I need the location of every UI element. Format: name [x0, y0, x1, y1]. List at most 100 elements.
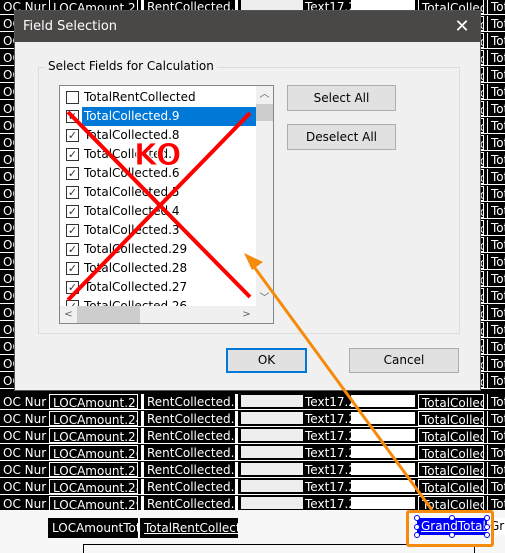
oc-number-field[interactable]: OC Nur: [0, 394, 48, 409]
total-field[interactable]: Tot: [487, 67, 505, 82]
total-field[interactable]: Tot: [487, 84, 505, 99]
checkbox[interactable]: ✓: [66, 281, 79, 294]
total-field[interactable]: Tot: [487, 288, 505, 303]
field-list-item[interactable]: ✓ TotalCollected.27: [60, 278, 258, 297]
total-field[interactable]: Tot: [487, 33, 505, 48]
text17-field[interactable]: Text17.27: [241, 462, 415, 477]
field-list-item[interactable]: ✓ TotalCollected.28: [60, 259, 258, 278]
total-field[interactable]: Tot: [487, 16, 505, 31]
total-field[interactable]: Tot: [487, 186, 505, 201]
field-list-item[interactable]: ✓ TotalCollected.3: [60, 221, 258, 240]
rent-collected-field[interactable]: RentCollected.24: [141, 411, 238, 426]
rent-collected-field[interactable]: RentCollected.29: [141, 496, 238, 511]
checkbox[interactable]: ✓: [66, 224, 79, 237]
loc-amount-field[interactable]: LOCAmount.24: [49, 411, 138, 426]
field-list-item[interactable]: TotalRentCollected: [60, 88, 258, 107]
field-list-item[interactable]: ✓ TotalCollected.29: [60, 240, 258, 259]
checkbox[interactable]: ✓: [66, 148, 79, 161]
checkbox[interactable]: ✓: [66, 186, 79, 199]
total-field[interactable]: Tot: [487, 101, 505, 116]
total-collected-field[interactable]: TotalCollect: [418, 479, 484, 494]
total-collected-field[interactable]: TotalCollect: [418, 411, 484, 426]
text17-field[interactable]: Text17.26: [241, 445, 415, 460]
total-field[interactable]: Tot: [487, 118, 505, 133]
checkbox[interactable]: ✓: [66, 167, 79, 180]
oc-number-field[interactable]: OC Nur: [0, 496, 48, 511]
loc-amount-field[interactable]: LOCAmount.26: [49, 445, 138, 460]
total-rent-collected-field[interactable]: TotalRentCollectec: [140, 518, 238, 538]
total-collected-field[interactable]: TotalCollect: [418, 394, 484, 409]
total-field[interactable]: Tot: [487, 254, 505, 269]
total-field[interactable]: Tot: [487, 152, 505, 167]
loc-amount-field[interactable]: LOCAmount.29: [49, 496, 138, 511]
total-field[interactable]: Tot: [487, 135, 505, 150]
rent-collected-field[interactable]: RentCollected.26: [141, 445, 238, 460]
total-field[interactable]: Tot: [487, 411, 505, 426]
total-field[interactable]: Tot: [487, 428, 505, 443]
scroll-right-icon[interactable]: >: [238, 306, 255, 323]
total-field[interactable]: Tot: [487, 50, 505, 65]
checkbox[interactable]: ✓: [66, 262, 79, 275]
total-collected-field[interactable]: TotalCollect: [418, 428, 484, 443]
checkbox[interactable]: ✓: [66, 129, 79, 142]
oc-number-field[interactable]: OC Nur: [0, 445, 48, 460]
field-list-item[interactable]: ✓ TotalCollected.9: [60, 107, 258, 126]
total-field[interactable]: Tot: [487, 271, 505, 286]
scroll-thumb[interactable]: [256, 104, 273, 121]
loc-amount-field[interactable]: LOCAmount.25: [49, 428, 138, 443]
total-collected-field[interactable]: TotalCollect: [418, 462, 484, 477]
loc-amount-field[interactable]: LOCAmount.23: [49, 394, 138, 409]
total-field[interactable]: Tot: [487, 169, 505, 184]
oc-number-field[interactable]: OC Nur: [0, 479, 48, 494]
rent-collected-field[interactable]: RentCollected.27: [141, 462, 238, 477]
field-list-item[interactable]: ✓ TotalCollected.5: [60, 183, 258, 202]
text17-field[interactable]: Text17.24: [241, 411, 415, 426]
total-field[interactable]: Tot: [487, 496, 505, 511]
total-field[interactable]: Tot: [487, 0, 505, 14]
select-all-button[interactable]: Select All: [287, 85, 396, 111]
deselect-all-button[interactable]: Deselect All: [287, 124, 396, 150]
scroll-left-icon[interactable]: <: [60, 306, 77, 323]
scroll-up-icon[interactable]: ︿: [256, 86, 273, 103]
total-collected-field[interactable]: TotalCollect: [418, 445, 484, 460]
total-field[interactable]: Tot: [487, 339, 505, 354]
total-field[interactable]: Tot: [487, 462, 505, 477]
total-field[interactable]: Tot: [487, 373, 505, 388]
field-list-item[interactable]: ✓ TotalCollected.4: [60, 202, 258, 221]
oc-number-field[interactable]: OC Nur: [0, 411, 48, 426]
total-field[interactable]: Tot: [487, 203, 505, 218]
rent-collected-field[interactable]: RentCollected.25: [141, 428, 238, 443]
checkbox[interactable]: ✓: [66, 243, 79, 256]
total-field[interactable]: Tot: [487, 479, 505, 494]
rent-collected-field[interactable]: RentCollected.23: [141, 394, 238, 409]
loc-amount-field[interactable]: LOCAmount.27: [49, 462, 138, 477]
checkbox[interactable]: ✓: [66, 205, 79, 218]
total-field[interactable]: Tot: [487, 322, 505, 337]
text17-field[interactable]: Text17.23: [241, 394, 415, 409]
text17-field[interactable]: Text17.25: [241, 428, 415, 443]
oc-number-field[interactable]: OC Nur: [0, 462, 48, 477]
horizontal-scrollbar[interactable]: < >: [60, 306, 273, 323]
field-checklist[interactable]: TotalRentCollected ✓ TotalCollected.9 ✓ Tota…: [59, 85, 274, 324]
close-icon[interactable]: ✕: [452, 11, 472, 42]
vertical-scrollbar[interactable]: ︿ ﹀: [256, 86, 273, 307]
total-field[interactable]: Tot: [487, 394, 505, 409]
scroll-thumb[interactable]: [77, 306, 140, 323]
loc-amount-total-field[interactable]: LOCAmountTot: [48, 518, 138, 538]
oc-number-field[interactable]: OC Nur: [0, 428, 48, 443]
checkbox[interactable]: ✓: [66, 110, 79, 123]
total-collected-field[interactable]: TotalCollect: [418, 496, 484, 511]
text17-field[interactable]: Text17.28: [241, 479, 415, 494]
total-field[interactable]: Tot: [487, 356, 505, 371]
cancel-button[interactable]: Cancel: [349, 348, 459, 373]
ok-button[interactable]: OK: [226, 348, 307, 373]
scroll-down-icon[interactable]: ﹀: [256, 290, 273, 307]
total-field[interactable]: Tot: [487, 305, 505, 320]
total-field[interactable]: Tot: [487, 220, 505, 235]
text17-field[interactable]: Text17.29: [241, 496, 415, 511]
loc-amount-field[interactable]: LOCAmount.28: [49, 479, 138, 494]
total-field[interactable]: Tot: [487, 237, 505, 252]
checkbox[interactable]: [66, 91, 79, 104]
rent-collected-field[interactable]: RentCollected.28: [141, 479, 238, 494]
total-field[interactable]: Tot: [487, 445, 505, 460]
